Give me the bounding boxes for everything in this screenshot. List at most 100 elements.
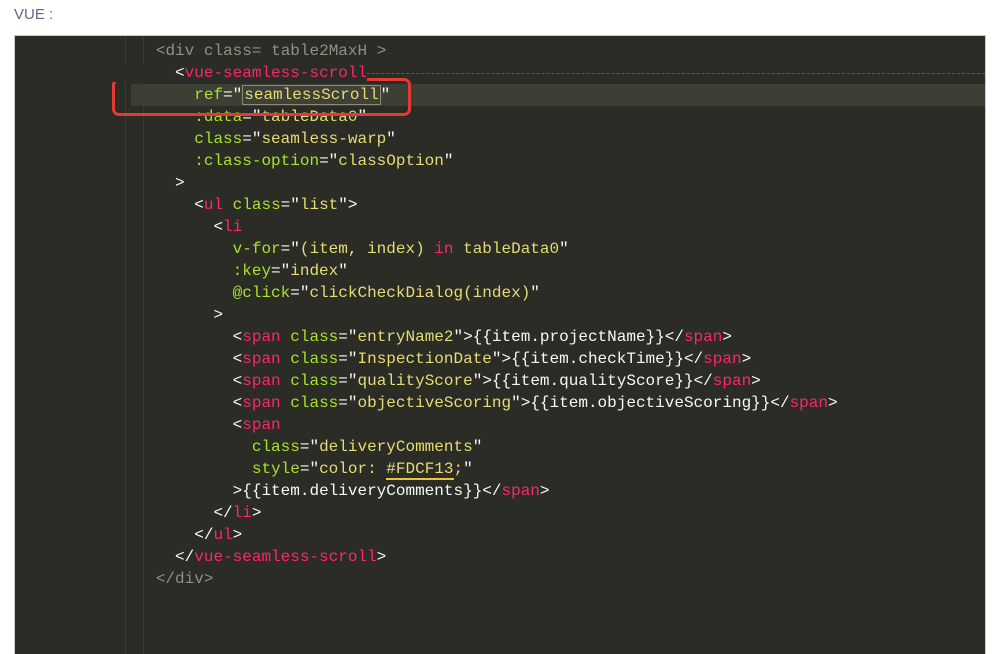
code-line[interactable]: </li>	[31, 502, 985, 524]
code-token: ="	[300, 438, 319, 456]
code-token: seamless-warp	[261, 130, 386, 148]
indent	[31, 570, 156, 588]
code-line[interactable]: </ul>	[31, 524, 985, 546]
code-line[interactable]: class="deliveryComments"	[31, 436, 985, 458]
code-token: "	[463, 460, 473, 478]
code-token: >	[377, 548, 387, 566]
code-line[interactable]: <span class="qualityScore">{{item.qualit…	[31, 370, 985, 392]
code-line[interactable]: <div class= table2MaxH >	[31, 40, 985, 62]
code-line[interactable]: <vue-seamless-scroll	[31, 62, 985, 84]
code-token: "	[357, 108, 367, 126]
code-line[interactable]: <span class="InspectionDate">{{item.chec…	[31, 348, 985, 370]
code-token: :data	[194, 108, 242, 126]
code-token: "	[444, 152, 454, 170]
code-token: class	[204, 42, 252, 60]
code-line[interactable]: >	[31, 304, 985, 326]
code-token: span	[790, 394, 828, 412]
code-token: <	[233, 350, 243, 368]
code-token: >	[722, 328, 732, 346]
code-token	[281, 350, 291, 368]
code-token: ="	[338, 394, 357, 412]
code-token: vue-seamless-scroll	[185, 64, 367, 82]
indent	[31, 306, 213, 324]
code-token: ="	[338, 350, 357, 368]
indent	[31, 284, 233, 302]
code-token: ="	[242, 130, 261, 148]
code-token: span	[242, 350, 280, 368]
code-token: >	[233, 482, 243, 500]
code-line[interactable]: >{{item.deliveryComments}}</span>	[31, 480, 985, 502]
code-token: classOption	[338, 152, 444, 170]
code-line[interactable]: :data="tableData0"	[31, 106, 985, 128]
code-token: div	[175, 570, 204, 588]
code-token: style	[252, 460, 300, 478]
code-line[interactable]: :class-option="classOption"	[31, 150, 985, 172]
code-token: table2MaxH	[271, 42, 367, 60]
code-token: </	[684, 350, 703, 368]
code-line[interactable]: <span	[31, 414, 985, 436]
code-token: {{item.projectName}}	[473, 328, 665, 346]
code-token: >	[233, 526, 243, 544]
indent	[31, 86, 194, 104]
code-token: >	[521, 394, 531, 412]
code-line[interactable]: <ul class="list">	[31, 194, 985, 216]
code-token: seamlessScroll	[242, 85, 380, 105]
code-line[interactable]: </div>	[31, 568, 985, 590]
code-token: in	[434, 240, 453, 258]
code-token	[281, 372, 291, 390]
code-token: vue-seamless-scroll	[194, 548, 376, 566]
indent	[31, 438, 252, 456]
code-editor[interactable]: <div class= table2MaxH > <vue-seamless-s…	[14, 35, 986, 654]
code-token: li	[223, 218, 242, 236]
code-token: span	[242, 328, 280, 346]
code-token: >	[742, 350, 752, 368]
code-line[interactable]: ref="seamlessScroll"	[31, 84, 985, 106]
code-line[interactable]: @click="clickCheckDialog(index)"	[31, 282, 985, 304]
indent	[31, 394, 233, 412]
code-line[interactable]: style="color: #FDCF13;"	[31, 458, 985, 480]
code-token: <	[233, 328, 243, 346]
code-token: ="	[281, 196, 300, 214]
code-line[interactable]: >	[31, 172, 985, 194]
code-token: class	[290, 372, 338, 390]
code-content: <div class= table2MaxH > <vue-seamless-s…	[15, 36, 985, 594]
indent	[31, 372, 233, 390]
code-line[interactable]: v-for="(item, index) in tableData0"	[31, 238, 985, 260]
code-token: </	[665, 328, 684, 346]
code-token: <	[233, 394, 243, 412]
code-token: :class-option	[194, 152, 319, 170]
code-token: tableData0	[453, 240, 559, 258]
code-token: span	[242, 394, 280, 412]
code-token: >	[540, 482, 550, 500]
code-token: </	[175, 548, 194, 566]
code-token: >	[252, 504, 262, 522]
code-line[interactable]: <span class="objectiveScoring">{{item.ob…	[31, 392, 985, 414]
code-line[interactable]: </vue-seamless-scroll>	[31, 546, 985, 568]
indent	[31, 196, 194, 214]
code-line[interactable]: :key="index"	[31, 260, 985, 282]
code-token: ="	[290, 284, 309, 302]
code-token	[281, 394, 291, 412]
code-token: (item, index)	[300, 240, 434, 258]
code-token: ref	[194, 86, 223, 104]
code-token: class	[252, 438, 300, 456]
code-token: span	[242, 416, 280, 434]
code-token	[281, 328, 291, 346]
code-token: #FDCF13	[386, 460, 453, 480]
code-line[interactable]: <span class="entryName2">{{item.projectN…	[31, 326, 985, 348]
code-token: {{item.checkTime}}	[511, 350, 684, 368]
indent	[31, 218, 213, 236]
code-token: <	[233, 372, 243, 390]
code-line[interactable]: <li	[31, 216, 985, 238]
indent	[31, 460, 252, 478]
code-token: ="	[300, 460, 319, 478]
code-token: >	[204, 570, 214, 588]
indent	[31, 548, 175, 566]
code-line[interactable]: class="seamless-warp"	[31, 128, 985, 150]
code-token: ="	[223, 86, 242, 104]
code-token: ="	[271, 262, 290, 280]
code-token: span	[713, 372, 751, 390]
indent	[31, 482, 233, 500]
code-token: "	[381, 86, 391, 104]
code-token: ="	[242, 108, 261, 126]
